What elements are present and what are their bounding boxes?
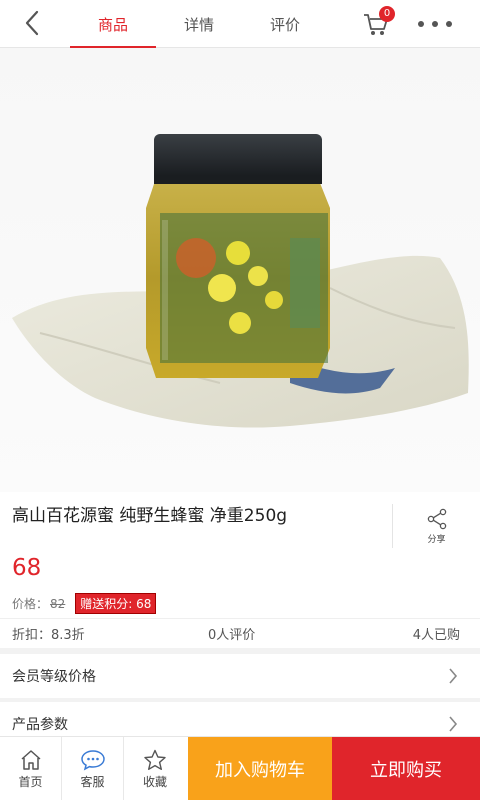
product-title: 高山百花源蜜 纯野生蜂蜜 净重250g bbox=[12, 506, 288, 526]
more-button[interactable] bbox=[418, 12, 452, 36]
sold-count: 4人已购 bbox=[412, 628, 460, 643]
back-button[interactable] bbox=[18, 8, 46, 38]
tab-product[interactable]: 商品 bbox=[70, 0, 156, 48]
more-dot-icon bbox=[446, 21, 452, 27]
more-dot-icon bbox=[418, 21, 424, 27]
star-icon bbox=[144, 749, 166, 770]
share-icon bbox=[427, 508, 446, 529]
discount-text: 折扣：8.3折 bbox=[12, 628, 85, 643]
cart-count-badge: 0 bbox=[379, 6, 395, 22]
product-price: 68 bbox=[12, 555, 42, 581]
chevron-left-icon bbox=[25, 10, 39, 36]
favorite-button[interactable]: 收藏 bbox=[124, 737, 186, 800]
share-label: 分享 bbox=[427, 534, 446, 545]
top-nav: 商品 详情 评价 0 bbox=[0, 0, 480, 48]
sales-stats: 折扣：8.3折 0人评价 4人已购 bbox=[0, 618, 480, 648]
chevron-right-icon bbox=[449, 668, 458, 684]
original-price: 82 bbox=[50, 596, 66, 611]
product-info: 高山百花源蜜 纯野生蜂蜜 净重250g 分享 68 价格： 82 赠送积分: 6… bbox=[0, 492, 480, 648]
home-button[interactable]: 首页 bbox=[0, 737, 62, 800]
cart-button[interactable]: 0 bbox=[362, 6, 395, 40]
product-image-carousel[interactable] bbox=[0, 48, 480, 492]
tab-bar: 商品 详情 评价 bbox=[70, 0, 328, 48]
favorite-label: 收藏 bbox=[142, 774, 167, 789]
product-page: 商品 详情 评价 0 高山百花源蜜 纯野生蜂蜜 净重250g 分享 68 价格：… bbox=[0, 0, 480, 800]
chat-icon bbox=[80, 749, 105, 770]
chevron-right-icon bbox=[449, 716, 458, 732]
home-icon bbox=[21, 749, 40, 770]
product-params-label: 产品参数 bbox=[12, 717, 68, 733]
tab-details[interactable]: 详情 bbox=[156, 0, 242, 48]
member-price-label: 会员等级价格 bbox=[12, 669, 96, 685]
home-label: 首页 bbox=[18, 774, 43, 789]
member-price-row[interactable]: 会员等级价格 bbox=[0, 654, 480, 698]
service-button[interactable]: 客服 bbox=[62, 737, 124, 800]
points-badge: 赠送积分: 68 bbox=[75, 593, 157, 614]
service-label: 客服 bbox=[80, 774, 105, 789]
buy-now-button[interactable]: 立即购买 bbox=[332, 737, 480, 800]
tab-reviews[interactable]: 评价 bbox=[242, 0, 328, 48]
more-dot-icon bbox=[432, 21, 438, 27]
product-image bbox=[12, 134, 469, 428]
review-count: 0人评价 bbox=[208, 628, 256, 643]
add-to-cart-button[interactable]: 加入购物车 bbox=[188, 737, 332, 800]
share-button[interactable]: 分享 bbox=[392, 504, 480, 548]
price-label: 价格： bbox=[12, 597, 49, 611]
bottom-action-bar: 首页 客服 收藏 加入购物车 立即购买 bbox=[0, 736, 480, 800]
price-details: 价格： 82 赠送积分: 68 bbox=[12, 593, 157, 614]
